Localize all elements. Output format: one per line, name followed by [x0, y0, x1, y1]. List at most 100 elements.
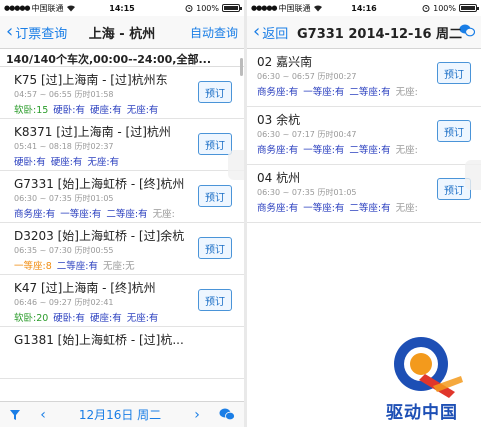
share-button[interactable] — [210, 408, 244, 421]
station-row[interactable]: 03 余杭 06:30 ~ 07:17 历时00:47 商务座:有 一等座:有 二等座:… — [247, 107, 481, 165]
driver-china-logo-icon — [394, 337, 463, 398]
watermark-logo: 驱动中国 — [363, 328, 481, 427]
battery-percent: 100% — [433, 3, 456, 13]
book-button[interactable]: 预订 — [198, 237, 232, 259]
station-list: 02 嘉兴南 06:30 ~ 06:57 历时00:27 商务座:有 一等座:有 二等座… — [247, 49, 481, 223]
seat-list: 一等座:8 二等座:有 无座:无 — [14, 258, 236, 272]
seat-availability: 商务座:有 — [257, 145, 299, 156]
seat-availability: 无座: — [395, 87, 418, 98]
status-bar: ●●●●● 中国联通 14:16 100% — [247, 0, 481, 16]
seat-availability: 二等座:有 — [349, 145, 391, 156]
seat-availability: 硬卧:有 — [53, 313, 85, 324]
seat-availability: 无座: — [152, 209, 175, 220]
alarm-icon — [185, 5, 193, 12]
seat-availability: 二等座:有 — [56, 261, 98, 272]
train-list-screen: ●●●●● 中国联通 14:15 100% ‹ 订票查询 上海 - 杭州 自动查… — [0, 0, 244, 427]
battery-icon — [459, 4, 479, 12]
train-name: K8371 [过]上海南 - [过]杭州 — [14, 125, 171, 139]
signal-icon: ●●●●● — [4, 4, 31, 12]
train-row[interactable]: K47 [过]上海南 - [终]杭州 06:46 ~ 09:27 历时02:41 软… — [0, 275, 244, 327]
seat-availability: 硬卧:有 — [14, 157, 46, 168]
watermark-text: 驱动中国 — [386, 403, 458, 423]
battery-percent: 100% — [196, 3, 219, 13]
seat-availability: 二等座:有 — [106, 209, 148, 220]
alarm-icon — [422, 5, 430, 12]
seat-availability: 硬座:有 — [90, 105, 122, 116]
wechat-icon — [219, 408, 235, 421]
book-button[interactable]: 预订 — [437, 120, 471, 142]
signal-icon: ●●●●● — [251, 4, 278, 12]
train-row[interactable]: G7331 [始]上海虹桥 - [终]杭州 06:30 ~ 07:35 历时01:… — [0, 171, 244, 223]
train-row[interactable]: K8371 [过]上海南 - [过]杭州 05:41 ~ 08:18 历时02:3… — [0, 119, 244, 171]
chevron-left-icon: ‹ — [6, 21, 14, 42]
seat-availability: 一等座:有 — [303, 145, 345, 156]
auto-query-button[interactable]: 自动查询 — [190, 24, 244, 41]
book-button[interactable]: 预订 — [198, 185, 232, 207]
side-handle — [465, 160, 481, 190]
book-button[interactable]: 预订 — [198, 81, 232, 103]
train-name: K75 [过]上海南 - [过]杭州东 — [14, 73, 168, 87]
date-selector[interactable]: 12月16日 周二 — [56, 406, 184, 423]
seat-availability: 一等座:有 — [60, 209, 102, 220]
prev-day-button[interactable]: ‹ — [30, 407, 56, 423]
seat-list: 商务座:有 一等座:有 二等座:有 无座: — [257, 200, 473, 214]
seat-list: 商务座:有 一等座:有 二等座:有 无座: — [257, 142, 473, 156]
train-row[interactable]: D3203 [始]上海虹桥 - [过]余杭 06:35 ~ 07:30 历时00:… — [0, 223, 244, 275]
station-row[interactable]: 04 杭州 06:30 ~ 07:35 历时01:05 商务座:有 一等座:有 二等座:… — [247, 165, 481, 223]
station-row[interactable]: 02 嘉兴南 06:30 ~ 06:57 历时00:27 商务座:有 一等座:有 二等座… — [247, 49, 481, 107]
seat-availability: 一等座:8 — [14, 261, 52, 272]
train-list: K75 [过]上海南 - [过]杭州东 04:57 ~ 06:55 历时01:58… — [0, 67, 244, 379]
seat-availability: 一等座:有 — [303, 87, 345, 98]
status-bar: ●●●●● 中国联通 14:15 100% — [0, 0, 244, 16]
seat-availability: 商务座:有 — [14, 209, 56, 220]
seat-availability: 无座:无 — [102, 261, 135, 272]
share-button[interactable] — [459, 24, 481, 40]
back-button[interactable]: ‹ 返回 — [247, 23, 288, 42]
book-button[interactable]: 预订 — [198, 289, 232, 311]
bottom-toolbar: ‹ 12月16日 周二 › — [0, 401, 244, 427]
carrier-label: 中国联通 — [31, 3, 64, 13]
next-day-button[interactable]: › — [184, 407, 210, 423]
train-name: G7331 [始]上海虹桥 - [终]杭州 — [14, 177, 185, 191]
seat-availability: 无座: — [395, 203, 418, 214]
carrier-label: 中国联通 — [278, 3, 311, 13]
seat-availability: 二等座:有 — [349, 87, 391, 98]
train-row[interactable]: G1381 [始]上海虹桥 - [过]杭... — [0, 327, 244, 379]
page-title: G7331 2014-12-16 周二 — [297, 26, 463, 42]
filter-summary[interactable]: 140/140个车次,00:00--24:00,全部... — [0, 49, 244, 67]
funnel-icon — [10, 409, 20, 420]
battery-icon — [222, 4, 242, 12]
seat-availability: 无座:有 — [87, 157, 120, 168]
seat-availability: 硬座:有 — [50, 157, 83, 168]
book-button[interactable]: 预订 — [437, 62, 471, 84]
seat-availability: 软卧:15 — [14, 105, 49, 116]
seat-availability: 硬卧:有 — [53, 105, 85, 116]
wifi-icon — [313, 5, 322, 12]
train-row[interactable]: K75 [过]上海南 - [过]杭州东 04:57 ~ 06:55 历时01:58… — [0, 67, 244, 119]
scrollbar[interactable] — [240, 58, 243, 76]
seat-list: 硬卧:有 硬座:有 无座:有 — [14, 154, 236, 168]
seat-availability: 一等座:有 — [303, 203, 345, 214]
seat-availability: 无座:有 — [126, 105, 159, 116]
seat-list: 软卧:20 硬卧:有 硬座:有 无座:有 — [14, 310, 236, 324]
seat-availability: 商务座:有 — [257, 87, 299, 98]
back-button[interactable]: ‹ 订票查询 — [0, 23, 67, 42]
seat-availability: 二等座:有 — [349, 203, 391, 214]
train-name: D3203 [始]上海虹桥 - [过]余杭 — [14, 229, 185, 243]
nav-bar: ‹ 订票查询 上海 - 杭州 自动查询 — [0, 16, 244, 49]
seat-list: 商务座:有 一等座:有 二等座:有 无座: — [257, 84, 473, 98]
seat-availability: 硬座:有 — [90, 313, 122, 324]
seat-availability: 商务座:有 — [257, 203, 299, 214]
train-name: K47 [过]上海南 - [终]杭州 — [14, 281, 156, 295]
seat-list: 软卧:15 硬卧:有 硬座:有 无座:有 — [14, 102, 236, 116]
chevron-left-icon: ‹ — [253, 21, 261, 42]
train-name: G1381 [始]上海虹桥 - [过]杭... — [14, 333, 184, 347]
seat-availability: 无座: — [395, 145, 418, 156]
wifi-icon — [66, 5, 75, 12]
book-button[interactable]: 预订 — [198, 133, 232, 155]
filter-button[interactable] — [0, 409, 30, 421]
seat-availability: 无座:有 — [126, 313, 159, 324]
side-handle — [228, 150, 244, 180]
nav-bar: ‹ 返回 G7331 2014-12-16 周二 — [247, 16, 481, 49]
seat-availability: 软卧:20 — [14, 313, 49, 324]
